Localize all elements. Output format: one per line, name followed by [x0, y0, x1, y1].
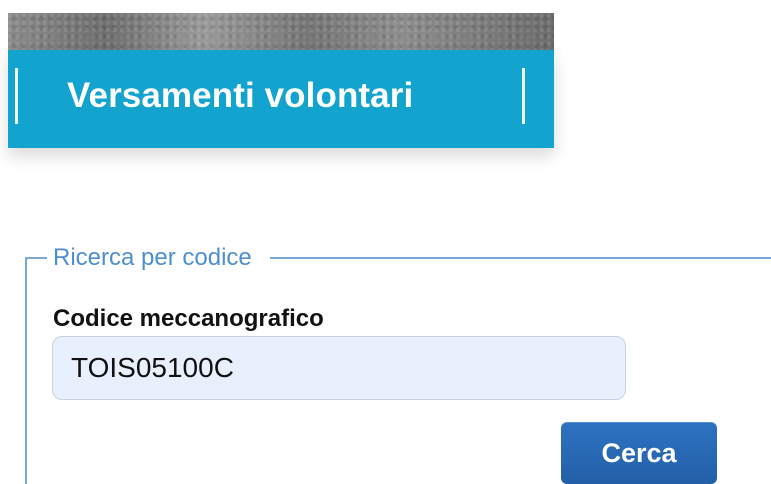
- mechanographic-code-label: Codice meccanografico: [53, 305, 324, 332]
- mechanographic-code-input-container[interactable]: [52, 336, 626, 400]
- search-button[interactable]: Cerca: [561, 422, 717, 484]
- header-banner-texture: [8, 13, 554, 50]
- header-right-divider: [522, 68, 525, 124]
- page-title: Versamenti volontari: [67, 76, 414, 115]
- page-header-bar: Versamenti volontari: [8, 50, 554, 148]
- search-by-code-legend: Ricerca per codice: [47, 243, 270, 273]
- mechanographic-code-input[interactable]: [71, 337, 607, 399]
- page: Versamenti volontari Ricerca per codice …: [0, 0, 771, 484]
- header-left-divider: [15, 68, 18, 124]
